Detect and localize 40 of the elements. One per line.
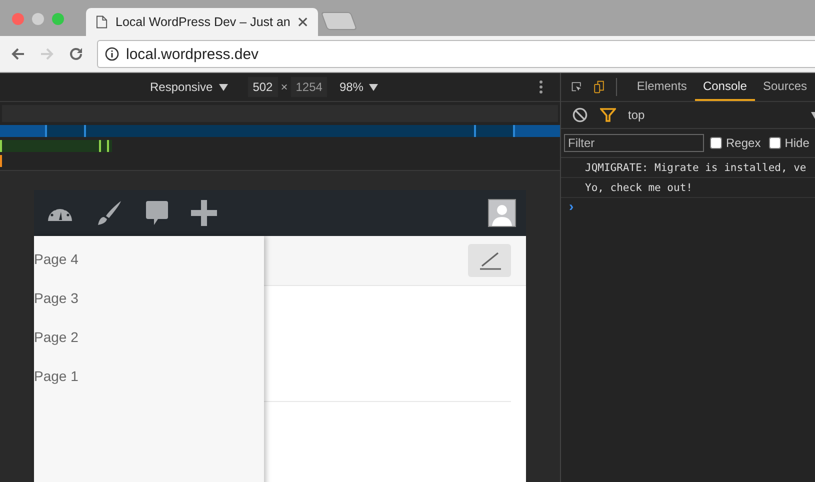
checkbox-label[interactable]: Hide (784, 136, 810, 150)
checkbox[interactable] (710, 137, 722, 149)
filter-field[interactable]: Filter (564, 134, 704, 152)
browser-tab[interactable]: Local WordPress Dev – Just an (86, 8, 318, 36)
clear-console-icon[interactable] (572, 107, 588, 123)
times-sign: × (280, 80, 288, 94)
zoom-dropdown[interactable]: 98% (339, 80, 364, 94)
context-selector[interactable]: top (628, 108, 645, 122)
caret-icon[interactable] (369, 84, 378, 90)
console-message: JQMIGRATE: Migrate is installed, ve (585, 162, 806, 174)
console-prompt[interactable]: › (561, 198, 815, 216)
speech-bubble-icon[interactable] (145, 200, 169, 226)
pen-icon (478, 250, 502, 270)
checkbox[interactable] (768, 137, 781, 149)
reload-icon[interactable] (68, 46, 84, 62)
plus-icon[interactable] (191, 200, 217, 226)
tab-title: Local WordPress Dev – Just an (116, 15, 290, 29)
console-message: Yo, check me out! (585, 182, 692, 194)
document-icon (96, 15, 108, 29)
checkbox-label[interactable]: Regex (726, 136, 761, 150)
avatar-icon[interactable] (488, 199, 516, 227)
menu-item[interactable]: Page 1 (34, 368, 264, 407)
filter-icon[interactable] (600, 108, 616, 122)
devtools-tab[interactable]: Elements (628, 73, 695, 101)
width-field[interactable]: 502 (248, 77, 278, 97)
close-icon[interactable] (298, 17, 308, 27)
menu-item[interactable]: Page 4 (34, 251, 264, 290)
info-icon (105, 47, 119, 61)
paintbrush-icon[interactable] (95, 200, 123, 226)
devtools-tab[interactable]: Sources (754, 73, 815, 101)
devtools-tab[interactable]: Console (694, 73, 755, 101)
more-options-icon[interactable] (539, 80, 543, 94)
caret-icon[interactable] (218, 84, 228, 90)
device-mode-dropdown[interactable]: Responsive (150, 80, 213, 94)
back-icon[interactable] (10, 46, 26, 62)
edit-button[interactable] (468, 244, 511, 277)
menu-item[interactable]: Page 2 (34, 329, 264, 368)
height-field[interactable]: 1254 (290, 77, 328, 97)
address-bar[interactable]: local.wordpress.dev (97, 40, 815, 68)
menu-item[interactable]: Page 3 (34, 290, 264, 329)
